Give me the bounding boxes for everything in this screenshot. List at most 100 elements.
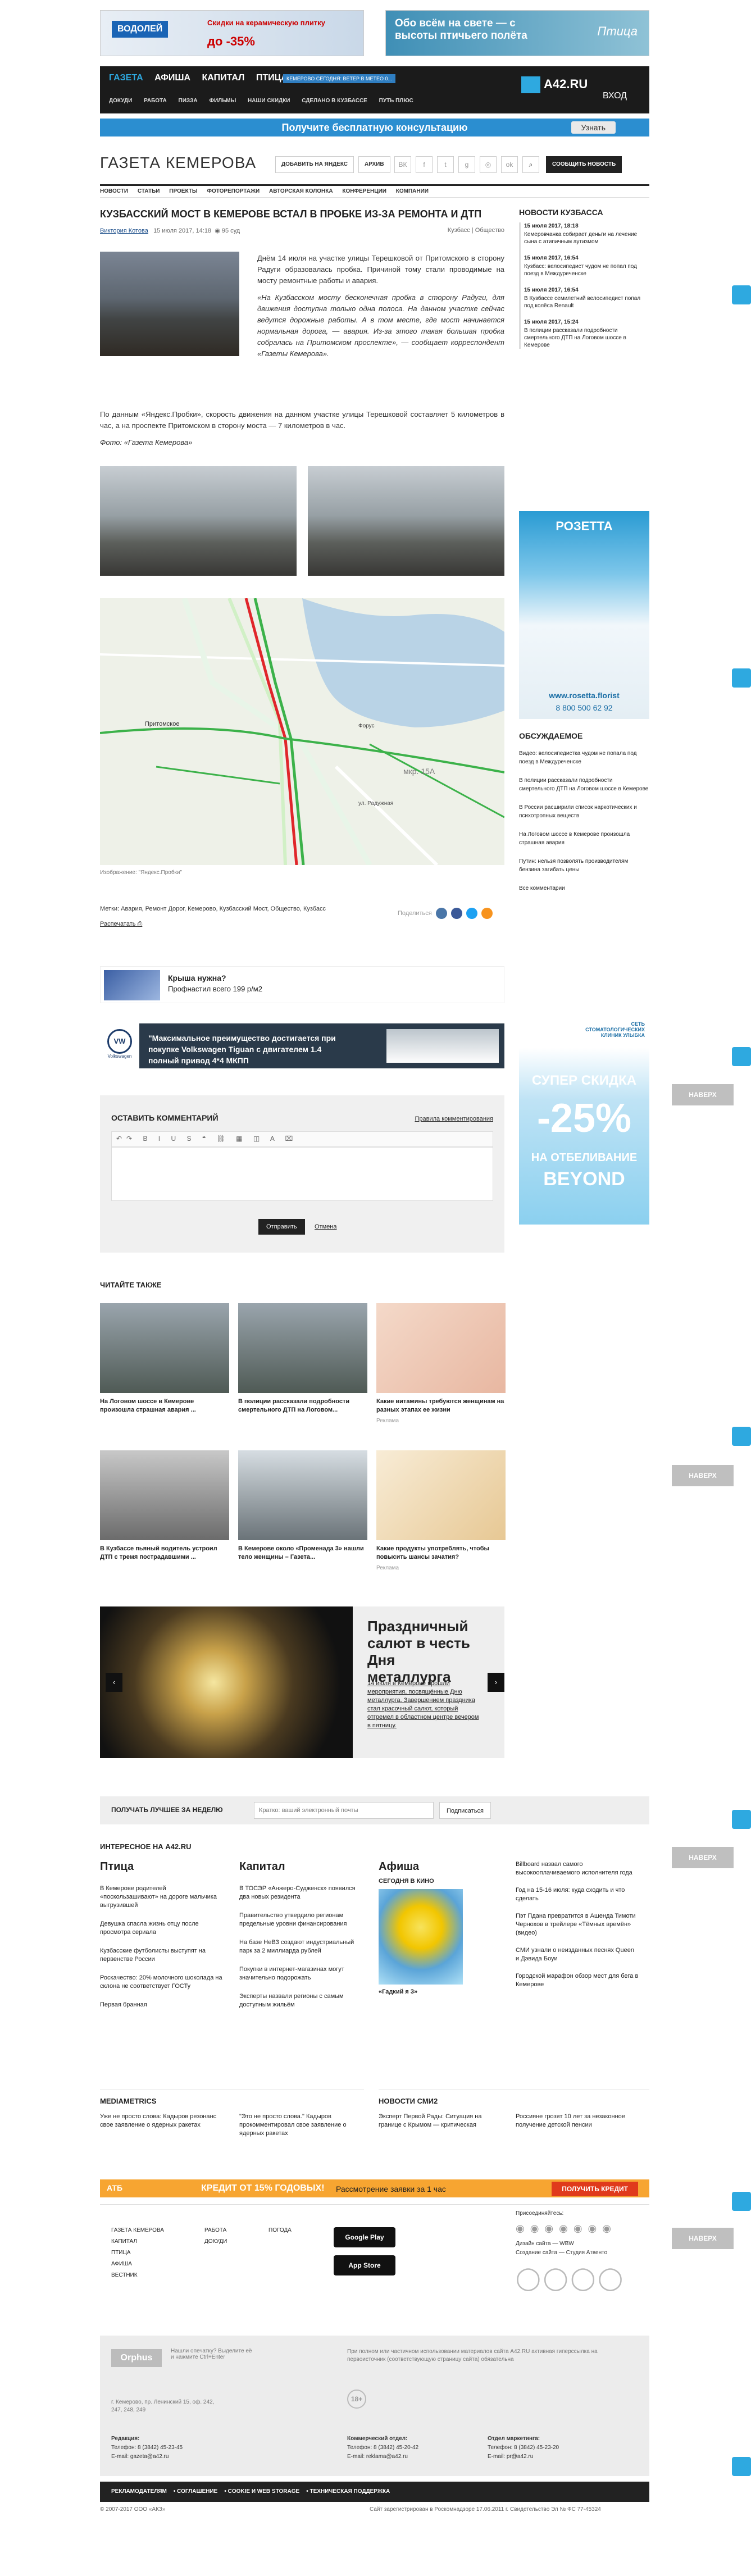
subnav-item[interactable]: ПИЗЗА (179, 98, 198, 104)
a42-item[interactable]: Покупки в интернет-магазинах могут значи… (239, 1965, 363, 1982)
feedback-icon[interactable] (732, 1427, 751, 1446)
a42-col-heading[interactable]: Капитал (239, 1860, 363, 1873)
subnav-item[interactable]: ПУТЬ ПЛЮС (379, 98, 413, 104)
footer-link[interactable]: ВЕСТНИК (111, 2270, 164, 2281)
ad-rozetta[interactable]: РОЗЕТТА www.rosetta.florist 8 800 500 62… (519, 511, 649, 719)
nav-gazeta[interactable]: ГАЗЕТА (109, 73, 143, 83)
consult-button[interactable]: Узнать (571, 121, 616, 134)
marketing-email[interactable]: E-mail: pr@a42.ru (488, 2452, 559, 2461)
ad-ulybka[interactable]: СЕТЬ СТОМАТОЛОГИЧЕСКИХ КЛИНИК УЛЫБКА СУП… (519, 1017, 649, 1225)
mediametrics-item[interactable]: Уже не просто слова: Кадыров резонанс св… (100, 2113, 224, 2129)
design-credit[interactable]: Дизайн сайта — WBW (516, 2241, 574, 2247)
footer-link[interactable]: ГАЗЕТА КЕМЕРОВА (111, 2225, 164, 2236)
weather-badge[interactable]: КЕМЕРОВО СЕГОДНЯ: ВЕТЕР В МЕТЕО 0... (283, 74, 396, 83)
a42-item[interactable]: Городской марафон обзор мест для бега в … (516, 1972, 639, 1989)
subnav-item[interactable]: ДОКУДИ (109, 98, 132, 104)
footer-nav-link[interactable]: РЕКЛАМОДАТЕЛЯМ (111, 2488, 167, 2495)
ad-volkswagen[interactable]: VW Volkswagen "Максимальное преимущество… (100, 1023, 504, 1068)
a42-logo[interactable]: A42.RU (521, 76, 588, 93)
a42-item[interactable]: Год на 15-16 июля: куда сходить и что сд… (516, 1886, 639, 1903)
section-item[interactable]: ПРОЕКТЫ (169, 188, 197, 194)
subnav-item[interactable]: РАБОТА (144, 98, 167, 104)
discussed-item[interactable]: Видео: велосипедистка чудом не попала по… (519, 749, 649, 766)
a42-item[interactable]: В Кемерове родителей «поскользашивают» н… (100, 1885, 224, 1910)
footer-nav-link[interactable]: COOKIE И WEB STORAGE (228, 2488, 300, 2495)
report-news-button[interactable]: СООБЩИТЬ НОВОСТЬ (546, 156, 622, 173)
read-also-card[interactable]: В Кузбассе пьяный водитель устроил ДТП с… (100, 1450, 229, 1562)
slider-prev-button[interactable]: ‹ (106, 1673, 122, 1692)
dev-credit[interactable]: Создание сайта — Студия Атвенто (516, 2250, 607, 2256)
section-item[interactable]: НОВОСТИ (100, 188, 128, 194)
a42-item[interactable]: Первая бранная (100, 2001, 224, 2009)
film-title[interactable]: «Гадкий я 3» (379, 1988, 502, 1996)
comment-rules-link[interactable]: Правила комментирования (415, 1116, 493, 1122)
footer-link[interactable]: РАБОТА (204, 2225, 227, 2236)
orphus-logo[interactable]: Orphus (111, 2349, 162, 2367)
feedback-icon[interactable] (732, 1047, 751, 1066)
a42-item[interactable]: Billboard назвал самого высокооплачиваем… (516, 1860, 639, 1877)
slider-title[interactable]: Праздничный салют в честь Дня металлурга (367, 1618, 480, 1685)
footer-link[interactable]: АФИША (111, 2259, 164, 2270)
instagram-icon[interactable]: ◎ (480, 156, 497, 173)
consult-banner[interactable]: Получите бесплатную консультацию Узнать (100, 119, 649, 136)
add-yandex-button[interactable]: ДОБАВИТЬ НА ЯНДЕКС (275, 156, 354, 173)
cancel-link[interactable]: Отмена (315, 1223, 336, 1230)
facebook-share-icon[interactable] (450, 908, 462, 919)
editorial-email[interactable]: E-mail: gazeta@a42.ru (111, 2452, 183, 2461)
facebook-icon[interactable]: f (416, 156, 433, 173)
subnav-item[interactable]: НАШИ СКИДКИ (248, 98, 290, 104)
feedback-icon[interactable] (732, 2457, 751, 2476)
sidebar-news-item[interactable]: 15 июля 2017, 15:24 В полиции рассказали … (524, 318, 649, 349)
app-store-button[interactable]: App Store (334, 2255, 395, 2275)
odnoklassniki-icon[interactable]: ok (501, 156, 518, 173)
sidebar-news-title[interactable]: НОВОСТИ КУЗБАССА (519, 208, 649, 222)
a42-col-heading[interactable]: Афиша (379, 1860, 502, 1873)
a42-item[interactable]: Правительство утвердило регионам предель… (239, 1911, 363, 1928)
commercial-email[interactable]: E-mail: reklama@a42.ru (347, 2452, 418, 2461)
a42-item[interactable]: Пэт Пдана превратится в Ашенда Тимоти Че… (516, 1912, 639, 1937)
tags-text[interactable]: Метки: Авария, Ремонт Дорог, Кемерово, К… (100, 904, 336, 914)
a42-item[interactable]: Девушка спасла жизнь отцу после просмотр… (100, 1920, 224, 1937)
ad-atb[interactable]: АТБ КРЕДИТ ОТ 15% ГОДОВЫХ! Рассмотрение … (100, 2179, 649, 2197)
read-also-card[interactable]: В Кемерове около «Променада 3» нашли тел… (238, 1450, 367, 1562)
section-item[interactable]: КОМПАНИИ (396, 188, 429, 194)
section-item[interactable]: КОНФЕРЕНЦИИ (342, 188, 386, 194)
ad-ptica[interactable]: Обо всём на свете — с высоты птичьего по… (385, 10, 649, 56)
feedback-icon[interactable] (732, 668, 751, 688)
smi2-item[interactable]: Эксперт Первой Рады: Ситуация на границе… (379, 2113, 502, 2129)
film-poster[interactable] (379, 1889, 463, 1985)
scroll-top-button[interactable]: НАВЕРХ (672, 1084, 734, 1105)
a42-col-heading[interactable]: Птица (100, 1860, 224, 1873)
newsletter-email-input[interactable] (254, 1802, 434, 1819)
comment-textarea[interactable] (111, 1147, 493, 1201)
nav-afisha[interactable]: АФИША (154, 73, 190, 83)
sidebar-news-item[interactable]: 15 июля 2017, 16:54 Кузбасс: велосипедист… (524, 254, 649, 277)
article-photo[interactable] (100, 466, 297, 576)
editor-toolbar[interactable]: ↶↷ B I U S ❝ ⛓ ▦ ◫ A ⌧ (111, 1131, 493, 1147)
discussed-item[interactable]: На Логовом шоссе в Кемерове произошла ст… (519, 830, 649, 847)
scroll-top-button[interactable]: НАВЕРХ (672, 2228, 734, 2249)
article-rubrics[interactable]: Кузбасс | Общество (448, 227, 504, 234)
slider-next-button[interactable]: › (488, 1673, 504, 1692)
sidebar-news-item[interactable]: 15 июля 2017, 16:54 В Кузбассе семилетний… (524, 286, 649, 310)
search-icon[interactable]: ⌕ (522, 156, 539, 173)
vk-share-icon[interactable] (435, 908, 447, 919)
a42-item[interactable]: В ТОСЭР «Анжеро-Судженск» появился два н… (239, 1885, 363, 1901)
ad-roof[interactable]: Крыша нужна? Профнастил всего 199 р/м2 (100, 966, 504, 1003)
traffic-map[interactable]: Притомское Форус мкр. 15А ул. Радужная (100, 598, 504, 865)
mediametrics-item[interactable]: "Это не просто слова." Кадыров прокоммен… (239, 2113, 363, 2138)
read-also-card[interactable]: На Логовом шоссе в Кемерове произошла ст… (100, 1303, 229, 1414)
footer-link[interactable]: КАПИТАЛ (111, 2236, 164, 2247)
footer-link[interactable]: ПОГОДА (268, 2225, 292, 2236)
section-item[interactable]: ФОТОРЕПОРТАЖИ (207, 188, 260, 194)
footer-nav-link[interactable]: СОГЛАШЕНИЕ (177, 2488, 217, 2495)
discussed-item[interactable]: В России расширили список наркотических … (519, 803, 649, 820)
print-link[interactable]: Распечатать ⎙ (100, 920, 336, 929)
archive-button[interactable]: АРХИВ (358, 156, 390, 173)
slider-image[interactable] (100, 1606, 353, 1758)
google-play-button[interactable]: Google Play (334, 2227, 395, 2247)
read-also-card[interactable]: Какие продукты употреблять, чтобы повыси… (376, 1450, 506, 1571)
a42-item[interactable]: Эксперты назвали регионы с самым доступн… (239, 1992, 363, 2009)
footer-nav-link[interactable]: ТЕХНИЧЕСКАЯ ПОДДЕРЖКА (309, 2488, 390, 2495)
footer-social-icons[interactable]: ◉◉◉◉◉◉◉ (516, 2223, 617, 2234)
